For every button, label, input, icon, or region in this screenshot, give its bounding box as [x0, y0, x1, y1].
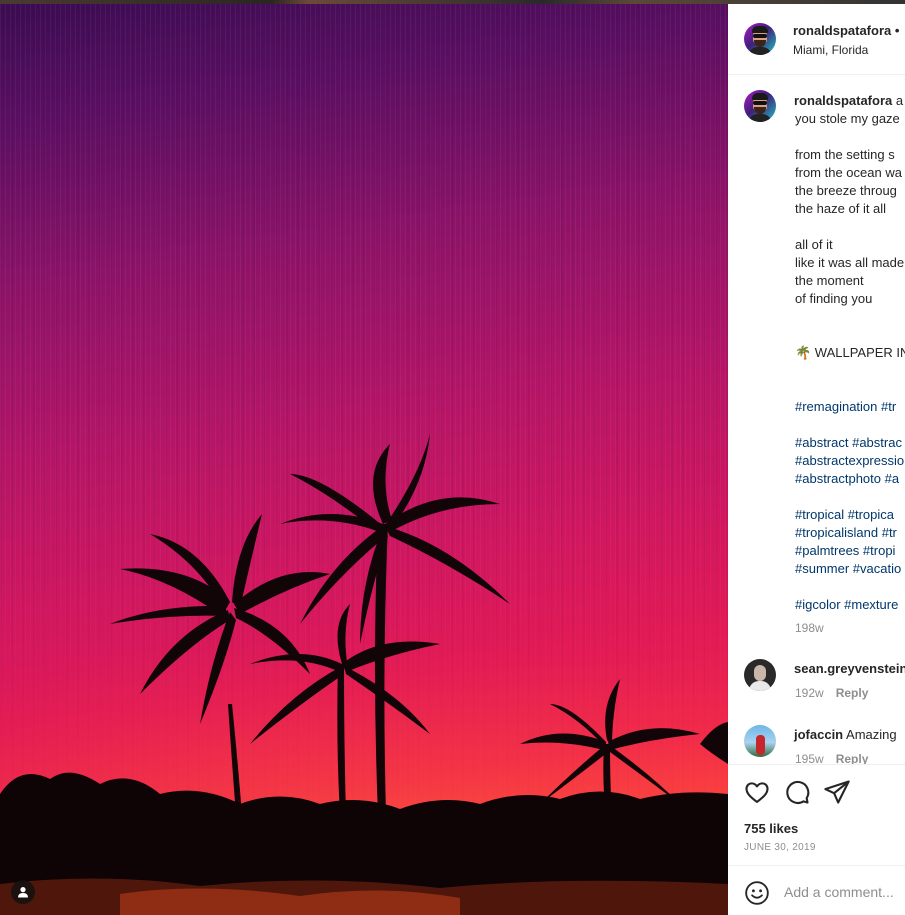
post-location[interactable]: Miami, Florida	[793, 43, 868, 57]
hashtag-line[interactable]: #abstractphoto #a	[795, 471, 899, 486]
caption-line: the moment	[795, 273, 864, 288]
caption-author-username[interactable]: ronaldspatafora	[794, 93, 903, 108]
post-date[interactable]: JUNE 30, 2019	[744, 842, 816, 853]
hashtag-line[interactable]: #abstractexpressio	[795, 453, 904, 468]
hashtag-line[interactable]: #remagination #tr	[795, 399, 896, 414]
comment-button[interactable]	[783, 778, 811, 806]
caption-line: of finding you	[795, 291, 873, 306]
add-comment-bar	[728, 865, 905, 915]
hashtag-line[interactable]: #tropical #tropica	[795, 507, 894, 522]
comment-bubble-icon	[786, 780, 810, 804]
caption-line: you stole my gaze	[795, 111, 900, 126]
caption-line: the breeze throug	[795, 183, 897, 198]
caption-line: from the setting s	[795, 147, 895, 162]
post-image[interactable]	[0, 4, 728, 915]
comment-meta: 192w Reply	[795, 686, 868, 700]
commenter-avatar[interactable]	[744, 725, 776, 757]
caption-wallpaper-line: 🌴 WALLPAPER IN	[795, 345, 905, 360]
emoji-button[interactable]	[744, 880, 770, 906]
post-side-panel: ronaldspatafora • Miami, Florida ronalds…	[728, 4, 905, 915]
like-button[interactable]	[743, 778, 771, 806]
caption-line: the haze of it all	[795, 201, 887, 216]
add-comment-input[interactable]	[784, 881, 902, 903]
comment-body: jofaccin Amazing	[794, 727, 897, 742]
post-actions: 755 likes JUNE 30, 2019	[728, 764, 905, 915]
caption-timestamp[interactable]: 198w	[795, 621, 824, 635]
comment-text: Amazing	[846, 727, 897, 742]
author-username[interactable]: ronaldspatafora •	[793, 23, 899, 38]
author-avatar[interactable]	[744, 23, 776, 55]
comment-body: sean.greyvenstein	[794, 661, 905, 676]
hashtag-line[interactable]: #abstract #abstrac	[795, 435, 902, 450]
caption-line: like it was all made	[795, 255, 905, 270]
commenter-username[interactable]: jofaccin	[794, 727, 843, 742]
like-count[interactable]: 755 likes	[744, 821, 798, 836]
palm-tree-silhouettes	[0, 434, 728, 915]
commenter-username[interactable]: sean.greyvenstein	[794, 661, 905, 676]
post-header: ronaldspatafora • Miami, Florida	[728, 4, 905, 75]
hashtag-line[interactable]: #summer #vacatio	[795, 561, 901, 576]
caption-author-avatar[interactable]	[744, 90, 776, 122]
user-tag-button[interactable]	[11, 880, 35, 904]
heart-icon	[745, 782, 769, 803]
caption-line: from the ocean wa	[795, 165, 902, 180]
reply-button[interactable]: Reply	[836, 686, 869, 700]
hashtag-line[interactable]: #palmtrees #tropi	[795, 543, 895, 558]
smiley-icon	[745, 881, 769, 905]
paper-plane-icon	[824, 780, 850, 804]
caption-line: all of it	[795, 237, 833, 252]
commenter-avatar[interactable]	[744, 659, 776, 691]
hashtag-line[interactable]: #tropicalisland #tr	[795, 525, 897, 540]
hashtag-line[interactable]: #igcolor #mexture	[795, 597, 898, 612]
comment-timestamp[interactable]: 192w	[795, 686, 824, 700]
user-tag-icon	[18, 887, 28, 898]
share-button[interactable]	[823, 778, 851, 806]
